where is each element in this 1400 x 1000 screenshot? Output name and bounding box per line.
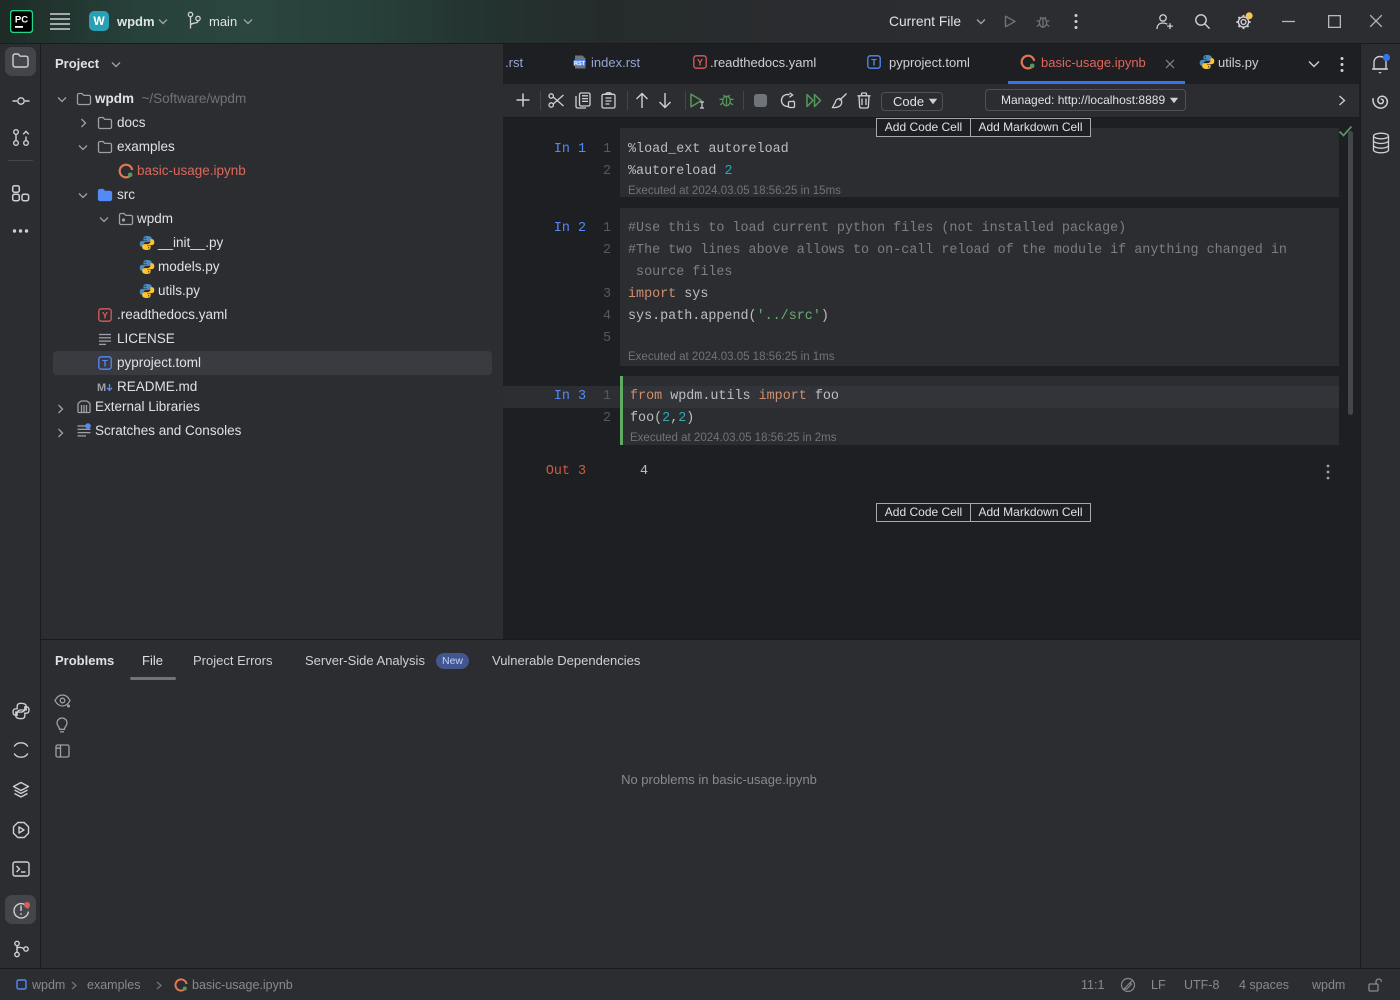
svg-text:RST: RST	[574, 61, 586, 67]
svg-text:T: T	[102, 358, 108, 368]
svg-text:M: M	[97, 382, 106, 394]
svg-text:Y: Y	[697, 57, 703, 67]
svg-text:Y: Y	[102, 310, 108, 320]
svg-text:T: T	[871, 57, 877, 67]
svg-text:PC: PC	[15, 15, 28, 26]
